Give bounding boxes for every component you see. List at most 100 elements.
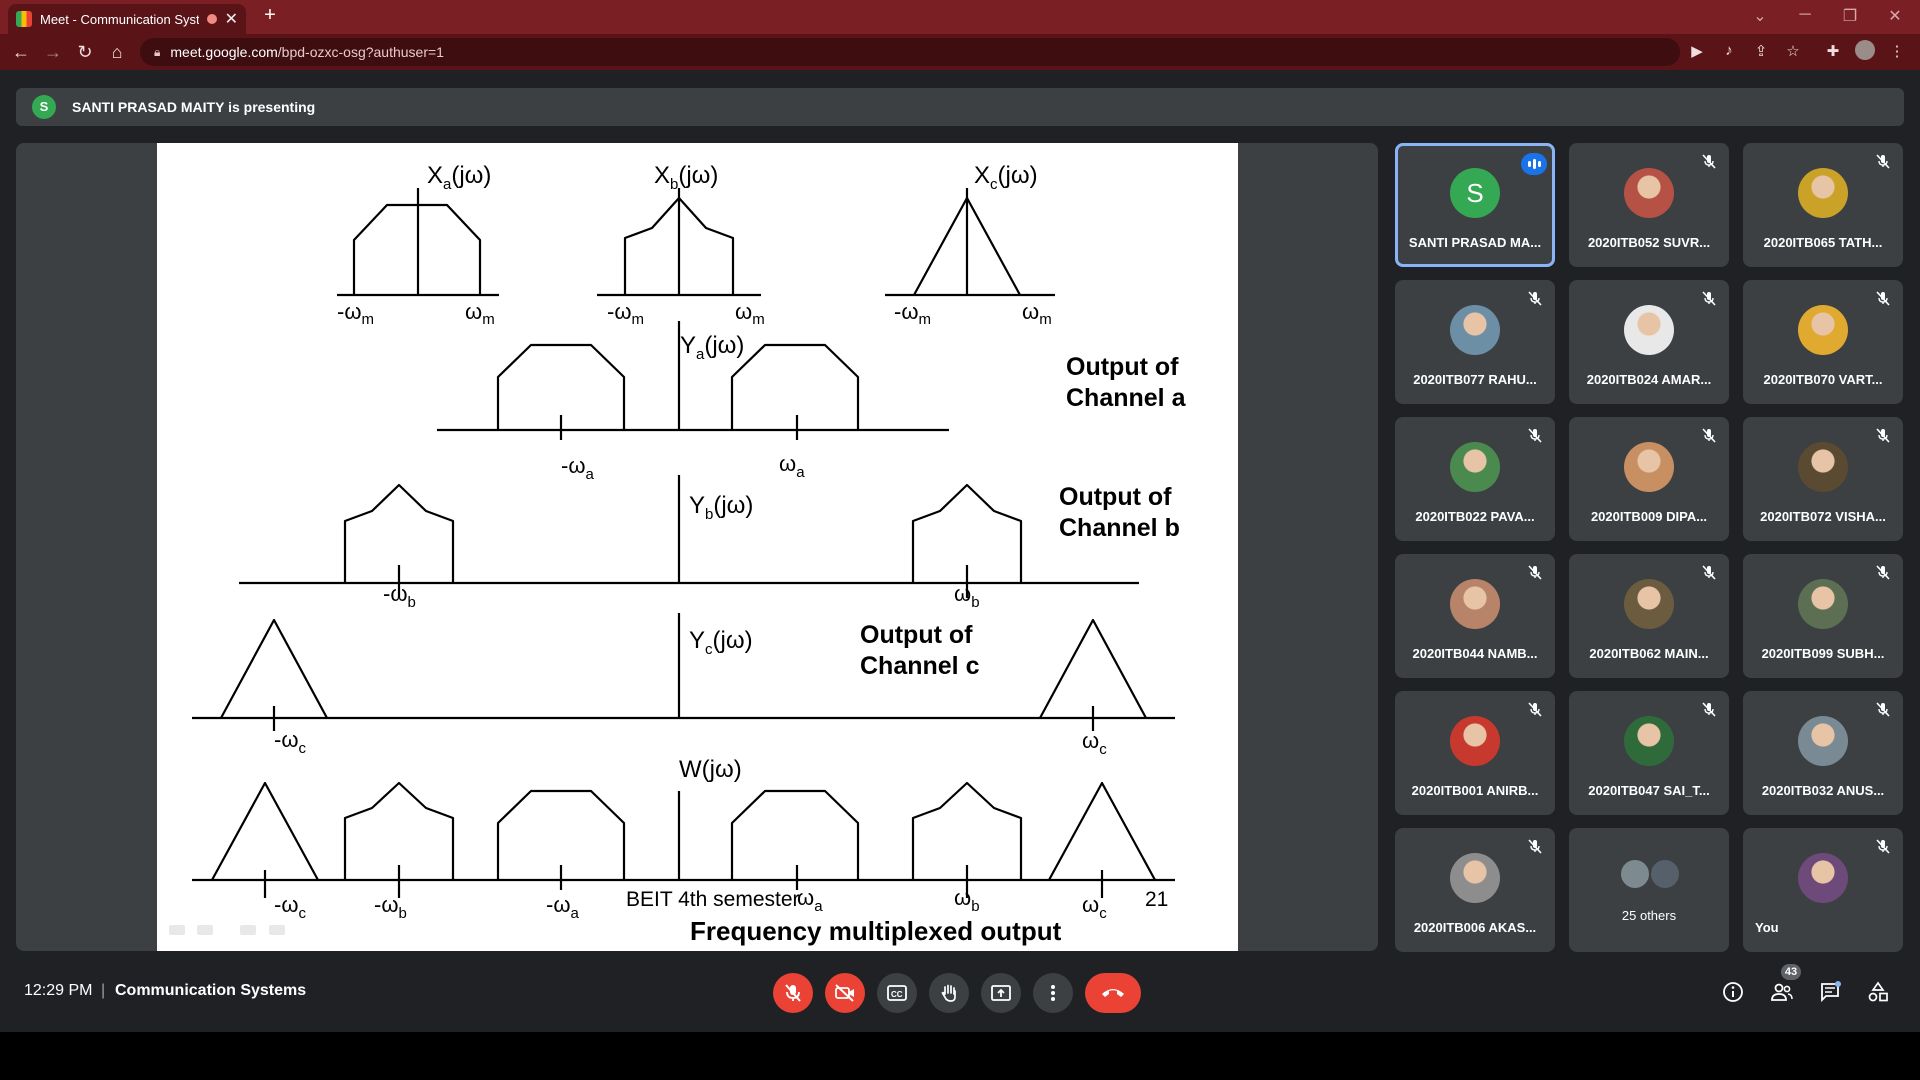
participant-name: 2020ITB047 SAI_T... <box>1588 783 1710 798</box>
output-a-line1: Output of <box>1066 353 1179 381</box>
info-icon <box>1723 982 1743 1002</box>
participant-name: 2020ITB022 PAVA... <box>1415 509 1535 524</box>
presenting-banner: S SANTI PRASAD MAITY is presenting <box>16 88 1904 126</box>
profile-avatar[interactable] <box>1853 40 1877 64</box>
url-field[interactable]: 🔒︎ meet.google.com /bpd-ozxc-osg?authuse… <box>140 38 1680 66</box>
muted-mic-icon <box>1876 154 1890 169</box>
muted-mic-icon <box>1702 565 1716 580</box>
close-window-button[interactable]: ✕ <box>1875 6 1915 26</box>
xa-wm-label: ωm <box>465 299 495 328</box>
lock-icon[interactable]: 🔒︎ <box>154 45 160 60</box>
url-path: /bpd-ozxc-osg?authuser=1 <box>277 44 444 60</box>
output-a-line2: Channel a <box>1066 384 1187 412</box>
xb-wm-label: ωm <box>735 299 765 328</box>
xc-neg-wm-label: -ωm <box>894 299 931 328</box>
w-wb-label: ωb <box>954 885 980 915</box>
participant-avatar <box>1450 853 1500 903</box>
microphone-off-button[interactable] <box>773 973 813 1013</box>
w-neg-wc-label: -ωc <box>274 892 307 922</box>
participant-tile[interactable]: S SANTI PRASAD MA... <box>1395 143 1555 267</box>
participant-name: 2020ITB006 AKAS... <box>1413 920 1537 935</box>
url-host: meet.google.com <box>170 44 278 60</box>
participant-avatar <box>1798 442 1848 492</box>
browser-tab-meet[interactable]: Meet - Communication Syste ✕ <box>8 4 246 34</box>
meeting-clock: 12:29 PM <box>24 982 93 999</box>
share-icon[interactable]: ⇪ <box>1749 42 1773 60</box>
reload-icon[interactable]: ↻ <box>72 40 98 64</box>
participant-tile[interactable]: 2020ITB044 NAMB... <box>1395 554 1555 678</box>
participant-tile[interactable]: 2020ITB032 ANUS... <box>1743 691 1903 815</box>
leave-call-button[interactable] <box>1085 973 1141 1013</box>
participant-name: 2020ITB072 VISHA... <box>1760 509 1886 524</box>
home-icon[interactable]: ⌂ <box>104 40 130 64</box>
camera-off-icon <box>835 984 854 1002</box>
browser-menu-icon[interactable]: ⋮ <box>1885 42 1909 60</box>
back-icon[interactable]: ← <box>8 40 34 64</box>
slide-page-number: 21 <box>1145 888 1168 911</box>
participant-tile[interactable]: 2020ITB052 SUVR... <box>1569 143 1729 267</box>
present-now-button[interactable] <box>981 973 1021 1013</box>
participants-button[interactable] <box>1766 976 1798 1008</box>
participant-tile[interactable]: 2020ITB077 RAHU... <box>1395 280 1555 404</box>
participant-name: 2020ITB062 MAIN... <box>1589 646 1709 661</box>
participant-tile[interactable]: 2020ITB099 SUBH... <box>1743 554 1903 678</box>
participant-tile[interactable]: 2020ITB009 DIPA... <box>1569 417 1729 541</box>
participant-tile[interactable]: 2020ITB070 VART... <box>1743 280 1903 404</box>
output-c-line2: Channel c <box>860 652 980 680</box>
participant-tile[interactable]: 2020ITB062 MAIN... <box>1569 554 1729 678</box>
participant-avatar <box>1624 305 1674 355</box>
muted-mic-icon <box>1528 428 1542 443</box>
muted-mic-icon <box>1876 702 1890 717</box>
participant-tile-you[interactable]: You <box>1743 828 1903 952</box>
muted-mic-icon <box>1876 565 1890 580</box>
close-tab-icon[interactable]: ✕ <box>225 9 238 29</box>
camera-off-button[interactable] <box>825 973 865 1013</box>
participant-name: 2020ITB077 RAHU... <box>1413 372 1537 387</box>
participant-name: 2020ITB044 NAMB... <box>1412 646 1538 661</box>
mini-avatar <box>1649 858 1681 890</box>
participant-tile[interactable]: 2020ITB001 ANIRB... <box>1395 691 1555 815</box>
activities-button[interactable] <box>1862 976 1894 1008</box>
forward-icon[interactable]: → <box>40 40 66 64</box>
muted-mic-icon <box>1876 428 1890 443</box>
raise-hand-button[interactable] <box>929 973 969 1013</box>
mini-avatar <box>1619 858 1651 890</box>
captions-icon: CC <box>887 985 907 1001</box>
participant-tile[interactable]: 2020ITB022 PAVA... <box>1395 417 1555 541</box>
captions-button[interactable]: CC <box>877 973 917 1013</box>
chat-button[interactable] <box>1814 976 1846 1008</box>
participant-tile[interactable]: 2020ITB047 SAI_T... <box>1569 691 1729 815</box>
people-icon <box>1771 983 1793 1001</box>
ya-label: Ya(jω) <box>680 332 744 363</box>
muted-mic-icon <box>1702 291 1716 306</box>
slideshow-toolbar[interactable] <box>169 925 285 935</box>
xb-neg-wm-label: -ωm <box>607 299 644 328</box>
participant-avatar <box>1450 442 1500 492</box>
activities-icon <box>1868 981 1888 1002</box>
extensions-icon[interactable]: ✚ <box>1821 42 1845 60</box>
participant-tile[interactable]: 2020ITB024 AMAR... <box>1569 280 1729 404</box>
participant-tile[interactable]: 2020ITB006 AKAS... <box>1395 828 1555 952</box>
meeting-details-button[interactable] <box>1717 976 1749 1008</box>
hang-up-icon <box>1102 989 1124 997</box>
tab-search-icon[interactable]: ⌄ <box>1740 6 1780 26</box>
tab-title: Meet - Communication Syste <box>40 11 199 27</box>
others-tile[interactable]: 25 others <box>1569 828 1729 952</box>
more-options-button[interactable] <box>1033 973 1073 1013</box>
more-vert-icon <box>1051 985 1055 1001</box>
bookmark-star-icon[interactable]: ☆ <box>1781 42 1805 60</box>
restore-button[interactable]: ❐ <box>1830 6 1870 26</box>
participant-tile[interactable]: 2020ITB065 TATH... <box>1743 143 1903 267</box>
camera-in-use-icon[interactable]: ▶ <box>1685 42 1709 60</box>
presenting-text: SANTI PRASAD MAITY is presenting <box>72 99 316 115</box>
minimize-button[interactable]: ─ <box>1785 6 1825 24</box>
notifications-blocked-icon[interactable]: ♪ <box>1717 42 1741 59</box>
participant-name: SANTI PRASAD MA... <box>1408 235 1542 250</box>
muted-mic-icon <box>1702 154 1716 169</box>
yb-neg-wb-label: -ωb <box>383 581 416 611</box>
participant-tile[interactable]: 2020ITB072 VISHA... <box>1743 417 1903 541</box>
participant-avatar <box>1624 168 1674 218</box>
participant-avatar <box>1798 716 1848 766</box>
new-tab-button[interactable]: + <box>258 4 282 30</box>
w-wa-label: ωa <box>797 885 823 915</box>
